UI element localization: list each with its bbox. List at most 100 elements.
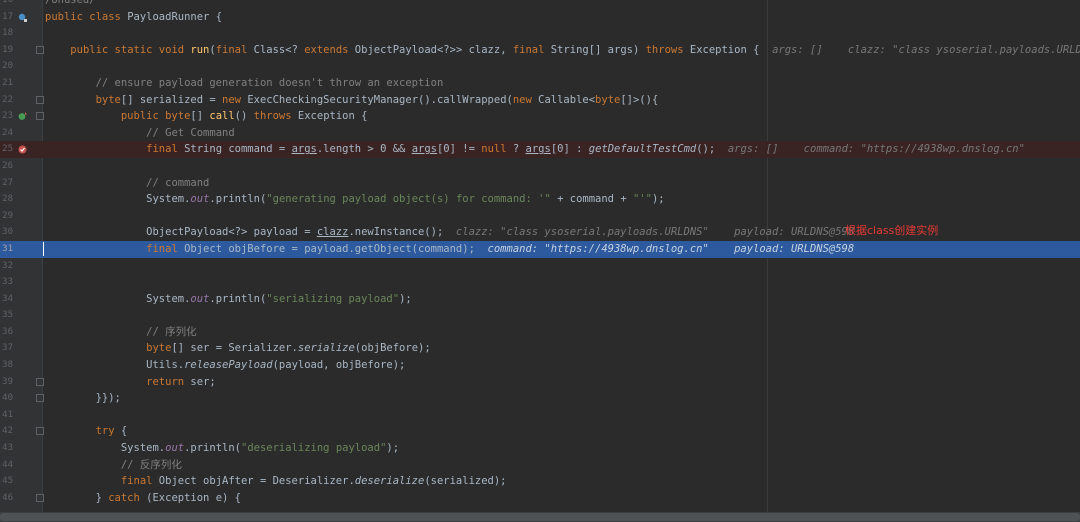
code-token: // 反序列化 — [120, 458, 182, 471]
code-line[interactable]: 37 byte[] ser = Serializer.serialize(obj… — [0, 340, 1080, 357]
line-number: 37 — [2, 343, 13, 354]
code-token: (objBefore); — [354, 342, 431, 355]
line-code: byte[] serialized = new ExecCheckingSecu… — [45, 92, 659, 109]
code-token: final — [146, 143, 185, 156]
code-token: throws — [253, 110, 298, 123]
code-line[interactable]: 24 // Get Command — [0, 125, 1080, 142]
code-token: args — [525, 143, 551, 156]
line-code: ObjectPayload<?> payload = clazz.newInst… — [45, 224, 854, 241]
code-token: PayloadRunner { — [127, 10, 223, 23]
code-token: // ensure payload generation doesn't thr… — [95, 76, 444, 89]
code-token: []>(){ — [620, 93, 659, 106]
red-annotation-text: 根据class创建实例 — [845, 224, 939, 237]
code-line-breakpoint[interactable]: 25 final String command = args.length > … — [0, 141, 1080, 158]
code-line[interactable]: 28 System.out.println("generating payloa… — [0, 191, 1080, 208]
code-token: ); — [399, 292, 412, 305]
code-token: [0] != — [436, 143, 482, 156]
code-token: (payload, objBefore); — [272, 359, 406, 372]
code-token: extends — [304, 43, 355, 56]
code-token: .length > 0 && — [316, 143, 412, 156]
code-line[interactable]: 42 try { — [0, 423, 1080, 440]
code-token: public class — [45, 10, 128, 23]
fold-marker-icon[interactable] — [36, 45, 44, 54]
implemented-by-icon[interactable] — [18, 13, 27, 22]
code-token: final — [146, 242, 185, 255]
fold-marker-icon[interactable] — [36, 394, 44, 403]
code-line[interactable]: 20 — [0, 58, 1080, 75]
code-token: (serialized); — [424, 475, 507, 488]
fold-marker-icon[interactable] — [36, 493, 44, 502]
code-token: catch — [108, 491, 147, 504]
code-token: { — [120, 425, 128, 438]
code-line[interactable]: 40 }}); — [0, 390, 1080, 407]
code-line[interactable]: 35 — [0, 307, 1080, 324]
code-line[interactable]: 43 System.out.println("deserializing pay… — [0, 440, 1080, 457]
line-code: final Object objBefore = payload.getObje… — [45, 241, 854, 258]
line-number: 42 — [2, 426, 13, 437]
code-line[interactable]: 17 public class PayloadRunner { — [0, 9, 1080, 26]
line-number: 19 — [2, 44, 13, 55]
code-line[interactable]: 32 — [0, 258, 1080, 275]
fold-marker-icon[interactable] — [36, 95, 44, 104]
code-editor[interactable]: 16/Unused/ 17 public class PayloadRunner … — [0, 0, 1080, 522]
code-token: [] — [190, 110, 210, 123]
line-number: 29 — [2, 210, 13, 221]
code-line[interactable]: 27 // command — [0, 175, 1080, 192]
code-line[interactable]: 46 } catch (Exception e) { — [0, 490, 1080, 507]
line-number: 39 — [2, 376, 13, 387]
code-line[interactable]: 19 public static void run(final Class<? … — [0, 42, 1080, 59]
code-line-current-execution[interactable]: 31 final Object objBefore = payload.getO… — [0, 240, 1080, 258]
code-token: call — [209, 110, 235, 123]
code-token: .println( — [209, 193, 267, 206]
code-token: null — [481, 143, 513, 156]
code-line[interactable]: 18 — [0, 25, 1080, 42]
code-line[interactable]: 16/Unused/ — [0, 0, 1080, 9]
scrollbar-thumb[interactable] — [0, 513, 1080, 521]
code-token: Exception { — [689, 43, 773, 56]
code-token: }}); — [45, 392, 121, 405]
line-number: 32 — [2, 260, 13, 271]
code-line[interactable]: 22 byte[] serialized = new ExecCheckingS… — [0, 92, 1080, 109]
code-token: "'" — [632, 193, 652, 206]
line-number: 21 — [2, 77, 13, 88]
code-line[interactable]: 33 — [0, 274, 1080, 291]
override-icon[interactable] — [18, 112, 27, 121]
code-token: getDefaultTestCmd — [588, 143, 697, 156]
code-token: run — [190, 43, 210, 56]
code-token: final — [512, 43, 551, 56]
line-code: }}); — [45, 390, 121, 407]
code-token: ObjectPayload<?> payload = — [146, 226, 317, 239]
code-line[interactable]: 34 System.out.println("serializing paylo… — [0, 291, 1080, 308]
code-line[interactable]: 21 // ensure payload generation doesn't … — [0, 75, 1080, 92]
code-token: out — [165, 442, 185, 455]
code-line[interactable]: 26 — [0, 158, 1080, 175]
fold-marker-icon[interactable] — [36, 377, 44, 386]
code-lines: 16/Unused/ 17 public class PayloadRunner … — [0, 0, 1080, 506]
breakpoint-icon[interactable] — [18, 145, 27, 154]
line-number: 27 — [2, 177, 13, 188]
code-token: public byte — [120, 110, 191, 123]
code-token: () — [234, 110, 254, 123]
code-token: (); — [696, 143, 728, 156]
code-token: "generating payload object(s) for comman… — [266, 193, 551, 206]
code-line[interactable]: 39 return ser; — [0, 374, 1080, 391]
code-token: System. — [146, 292, 191, 305]
code-line[interactable]: 36 // 序列化 — [0, 324, 1080, 341]
code-line[interactable]: 38 Utils.releasePayload(payload, objBefo… — [0, 357, 1080, 374]
line-number: 22 — [2, 94, 13, 105]
code-line[interactable]: 44 // 反序列化 — [0, 457, 1080, 474]
code-line[interactable]: 23 public byte[] call() throws Exception… — [0, 108, 1080, 125]
fold-marker-icon[interactable] — [36, 112, 44, 121]
line-code: public class PayloadRunner { — [45, 9, 222, 26]
code-token: .println( — [209, 292, 267, 305]
line-number: 20 — [2, 61, 13, 72]
code-token: String command = — [184, 143, 292, 156]
code-line[interactable]: 41 — [0, 407, 1080, 424]
code-token: try — [95, 425, 121, 438]
fold-marker-icon[interactable] — [36, 427, 44, 436]
code-line[interactable]: 45 final Object objAfter = Deserializer.… — [0, 473, 1080, 490]
